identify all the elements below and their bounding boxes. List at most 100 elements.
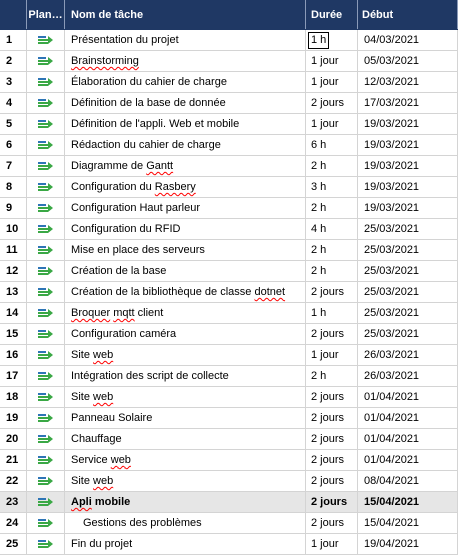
task-start[interactable]: 26/03/2021: [358, 366, 458, 386]
task-duration[interactable]: 2 jours: [306, 93, 358, 113]
task-name[interactable]: Gestions des problèmes: [65, 513, 306, 533]
row-id[interactable]: 22: [0, 471, 27, 491]
table-row[interactable]: 8 Configuration du Rasbery 3 h 19/03/2021: [0, 177, 458, 198]
task-name[interactable]: Intégration des script de collecte: [65, 366, 306, 386]
task-mode-cell[interactable]: [27, 240, 65, 260]
task-duration[interactable]: 1 jour: [306, 51, 358, 71]
task-duration[interactable]: 2 h: [306, 261, 358, 281]
task-start[interactable]: 15/04/2021: [358, 492, 458, 512]
task-name[interactable]: Fin du projet: [65, 534, 306, 554]
task-start[interactable]: 01/04/2021: [358, 387, 458, 407]
task-name[interactable]: Mise en place des serveurs: [65, 240, 306, 260]
table-row[interactable]: 23 Apli mobile 2 jours 15/04/2021: [0, 492, 458, 513]
task-mode-cell[interactable]: [27, 345, 65, 365]
task-mode-cell[interactable]: [27, 471, 65, 491]
task-start[interactable]: 05/03/2021: [358, 51, 458, 71]
row-id[interactable]: 5: [0, 114, 27, 134]
task-start[interactable]: 19/03/2021: [358, 135, 458, 155]
table-row[interactable]: 13 Création de la bibliothèque de classe …: [0, 282, 458, 303]
header-task-mode[interactable]: Plan…: [27, 0, 65, 29]
row-id[interactable]: 17: [0, 366, 27, 386]
task-mode-cell[interactable]: [27, 303, 65, 323]
row-id[interactable]: 13: [0, 282, 27, 302]
task-duration[interactable]: 2 jours: [306, 324, 358, 344]
task-start[interactable]: 15/04/2021: [358, 513, 458, 533]
table-row[interactable]: 21 Service web 2 jours 01/04/2021: [0, 450, 458, 471]
table-row[interactable]: 4 Définition de la base de donnée 2 jours 1…: [0, 93, 458, 114]
task-mode-cell[interactable]: [27, 429, 65, 449]
table-row[interactable]: 7 Diagramme de Gantt 2 h 19/03/2021: [0, 156, 458, 177]
task-duration[interactable]: 1 jour: [306, 534, 358, 554]
task-mode-cell[interactable]: [27, 72, 65, 92]
task-start[interactable]: 08/04/2021: [358, 471, 458, 491]
task-start[interactable]: 01/04/2021: [358, 408, 458, 428]
task-duration[interactable]: 1 h: [306, 303, 358, 323]
task-name[interactable]: Configuration du Rasbery: [65, 177, 306, 197]
header-duration[interactable]: Durée: [306, 0, 358, 29]
task-mode-cell[interactable]: [27, 324, 65, 344]
task-mode-cell[interactable]: [27, 198, 65, 218]
task-duration[interactable]: 2 jours: [306, 408, 358, 428]
header-task-name[interactable]: Nom de tâche: [65, 0, 306, 29]
task-mode-cell[interactable]: [27, 513, 65, 533]
task-name[interactable]: Site web: [65, 387, 306, 407]
task-mode-cell[interactable]: [27, 219, 65, 239]
task-start[interactable]: 01/04/2021: [358, 450, 458, 470]
table-row[interactable]: 24 Gestions des problèmes 2 jours 15/04/202…: [0, 513, 458, 534]
task-mode-cell[interactable]: [27, 135, 65, 155]
task-duration[interactable]: 2 jours: [306, 492, 358, 512]
row-id[interactable]: 3: [0, 72, 27, 92]
task-mode-cell[interactable]: [27, 366, 65, 386]
task-start[interactable]: 12/03/2021: [358, 72, 458, 92]
task-start[interactable]: 19/04/2021: [358, 534, 458, 554]
task-mode-cell[interactable]: [27, 156, 65, 176]
task-start[interactable]: 17/03/2021: [358, 93, 458, 113]
task-mode-cell[interactable]: [27, 408, 65, 428]
task-name[interactable]: Définition de la base de donnée: [65, 93, 306, 113]
table-row[interactable]: 14 Broquer mqtt client 1 h 25/03/2021: [0, 303, 458, 324]
task-mode-cell[interactable]: [27, 93, 65, 113]
task-start[interactable]: 19/03/2021: [358, 156, 458, 176]
row-id[interactable]: 6: [0, 135, 27, 155]
task-start[interactable]: 04/03/2021: [358, 30, 458, 50]
task-duration[interactable]: 2 jours: [306, 513, 358, 533]
task-name[interactable]: Configuration caméra: [65, 324, 306, 344]
table-row[interactable]: 11 Mise en place des serveurs 2 h 25/03/202…: [0, 240, 458, 261]
task-start[interactable]: 25/03/2021: [358, 324, 458, 344]
row-id[interactable]: 4: [0, 93, 27, 113]
task-duration[interactable]: 2 h: [306, 198, 358, 218]
table-row[interactable]: 25 Fin du projet 1 jour 19/04/2021: [0, 534, 458, 555]
table-row[interactable]: 22 Site web 2 jours 08/04/2021: [0, 471, 458, 492]
row-id[interactable]: 10: [0, 219, 27, 239]
row-id[interactable]: 20: [0, 429, 27, 449]
table-row[interactable]: 6 Rédaction du cahier de charge 6 h 19/03/2…: [0, 135, 458, 156]
header-start[interactable]: Début: [358, 0, 458, 29]
task-name[interactable]: Panneau Solaire: [65, 408, 306, 428]
row-id[interactable]: 25: [0, 534, 27, 554]
task-mode-cell[interactable]: [27, 30, 65, 50]
table-row[interactable]: 20 Chauffage 2 jours 01/04/2021: [0, 429, 458, 450]
task-name[interactable]: Configuration du RFID: [65, 219, 306, 239]
task-mode-cell[interactable]: [27, 51, 65, 71]
table-row[interactable]: 15 Configuration caméra 2 jours 25/03/2021: [0, 324, 458, 345]
task-name[interactable]: Chauffage: [65, 429, 306, 449]
row-id[interactable]: 15: [0, 324, 27, 344]
task-name[interactable]: Broquer mqtt client: [65, 303, 306, 323]
row-id[interactable]: 19: [0, 408, 27, 428]
task-mode-cell[interactable]: [27, 282, 65, 302]
task-name[interactable]: Définition de l'appli. Web et mobile: [65, 114, 306, 134]
header-row-id[interactable]: [0, 0, 27, 29]
task-name[interactable]: Service web: [65, 450, 306, 470]
task-name[interactable]: Présentation du projet: [65, 30, 306, 50]
task-duration[interactable]: 2 h: [306, 366, 358, 386]
task-duration[interactable]: 4 h: [306, 219, 358, 239]
row-id[interactable]: 14: [0, 303, 27, 323]
task-start[interactable]: 01/04/2021: [358, 429, 458, 449]
task-duration[interactable]: 1 jour: [306, 114, 358, 134]
task-start[interactable]: 25/03/2021: [358, 261, 458, 281]
table-row[interactable]: 1 Présentation du projet 1 h 04/03/2021: [0, 30, 458, 51]
table-row[interactable]: 3 Élaboration du cahier de charge 1 jour 12…: [0, 72, 458, 93]
row-id[interactable]: 8: [0, 177, 27, 197]
table-row[interactable]: 10 Configuration du RFID 4 h 25/03/2021: [0, 219, 458, 240]
task-duration[interactable]: 2 jours: [306, 471, 358, 491]
